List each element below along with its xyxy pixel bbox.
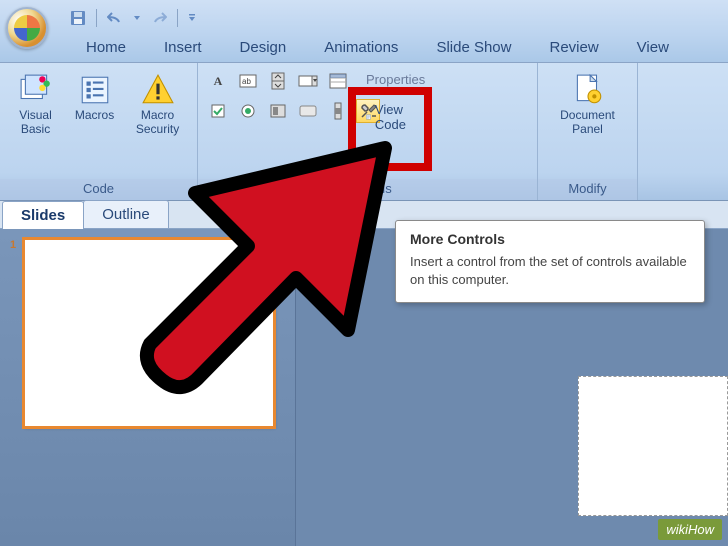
quick-access-toolbar <box>70 9 196 27</box>
controls-grid: A ab Properties View Code <box>206 69 412 125</box>
slide-number: 1 <box>10 239 24 427</box>
macro-security-label: Macro Security <box>126 109 189 137</box>
document-panel-icon <box>571 73 605 107</box>
outline-tab[interactable]: Outline <box>83 200 169 228</box>
ribbon-tabs: Home Insert Design Animations Slide Show… <box>0 35 728 63</box>
listbox-control-icon[interactable] <box>326 69 350 93</box>
properties-button[interactable]: Properties <box>356 69 412 90</box>
scrollbar-control-icon[interactable] <box>326 99 350 123</box>
view-code-icon <box>366 110 371 124</box>
tab-view[interactable]: View <box>621 35 685 62</box>
viewcode-cell: View Code <box>386 99 412 125</box>
view-code-label: View Code <box>375 102 406 132</box>
textbox-control-icon[interactable]: ab <box>236 69 260 93</box>
tooltip-title: More Controls <box>410 231 690 247</box>
group-code-label: Code <box>0 179 197 200</box>
group-code: Visual Basic Macros Macro Security Code <box>0 63 198 200</box>
group-modify-label: Modify <box>538 179 637 200</box>
tooltip-body: Insert a control from the set of control… <box>410 253 690 288</box>
title-bar <box>0 0 728 35</box>
label-control-icon[interactable]: A <box>206 69 230 93</box>
toggle-control-icon[interactable] <box>266 99 290 123</box>
visual-basic-icon <box>19 73 53 107</box>
ribbon: Visual Basic Macros Macro Security Code … <box>0 63 728 201</box>
visual-basic-label: Visual Basic <box>8 109 63 137</box>
properties-label: Properties <box>366 72 425 87</box>
tab-insert[interactable]: Insert <box>148 35 218 62</box>
tab-home[interactable]: Home <box>70 35 142 62</box>
document-panel-label: Document Panel <box>548 109 628 137</box>
slide-thumbnail[interactable] <box>24 239 274 427</box>
slide-canvas[interactable] <box>578 376 728 516</box>
group-controls: A ab Properties View Code Controls <box>198 63 538 200</box>
slide-thumbnail-wrap[interactable]: 1 <box>10 239 285 427</box>
macros-icon <box>78 73 112 107</box>
save-icon[interactable] <box>70 10 86 26</box>
svg-text:ab: ab <box>242 77 251 86</box>
qat-separator <box>96 9 97 27</box>
office-button[interactable] <box>6 7 48 49</box>
group-controls-label: Controls <box>198 179 537 200</box>
slide-panel: 1 <box>0 229 296 546</box>
qat-separator <box>177 9 178 27</box>
view-code-button[interactable]: View Code <box>360 99 412 135</box>
combobox-control-icon[interactable] <box>296 69 320 93</box>
checkbox-control-icon[interactable] <box>206 99 230 123</box>
slides-tab[interactable]: Slides <box>2 201 84 229</box>
tab-design[interactable]: Design <box>224 35 303 62</box>
undo-icon[interactable] <box>107 10 123 26</box>
warning-icon <box>141 73 175 107</box>
redo-icon[interactable] <box>151 10 167 26</box>
macros-button[interactable]: Macros <box>67 69 122 123</box>
tooltip: More Controls Insert a control from the … <box>395 220 705 303</box>
tab-slide-show[interactable]: Slide Show <box>420 35 527 62</box>
option-control-icon[interactable] <box>236 99 260 123</box>
undo-dropdown-icon[interactable] <box>133 10 141 26</box>
document-panel-button[interactable]: Document Panel <box>548 69 628 137</box>
tab-animations[interactable]: Animations <box>308 35 414 62</box>
qat-customize-icon[interactable] <box>188 10 196 26</box>
tab-review[interactable]: Review <box>533 35 614 62</box>
macros-label: Macros <box>75 109 114 123</box>
watermark: wikiHow <box>658 519 722 540</box>
macro-security-button[interactable]: Macro Security <box>126 69 189 137</box>
properties-cell: Properties <box>356 69 412 95</box>
visual-basic-button[interactable]: Visual Basic <box>8 69 63 137</box>
spin-control-icon[interactable] <box>266 69 290 93</box>
group-modify: Document Panel Modify <box>538 63 638 200</box>
command-control-icon[interactable] <box>296 99 320 123</box>
